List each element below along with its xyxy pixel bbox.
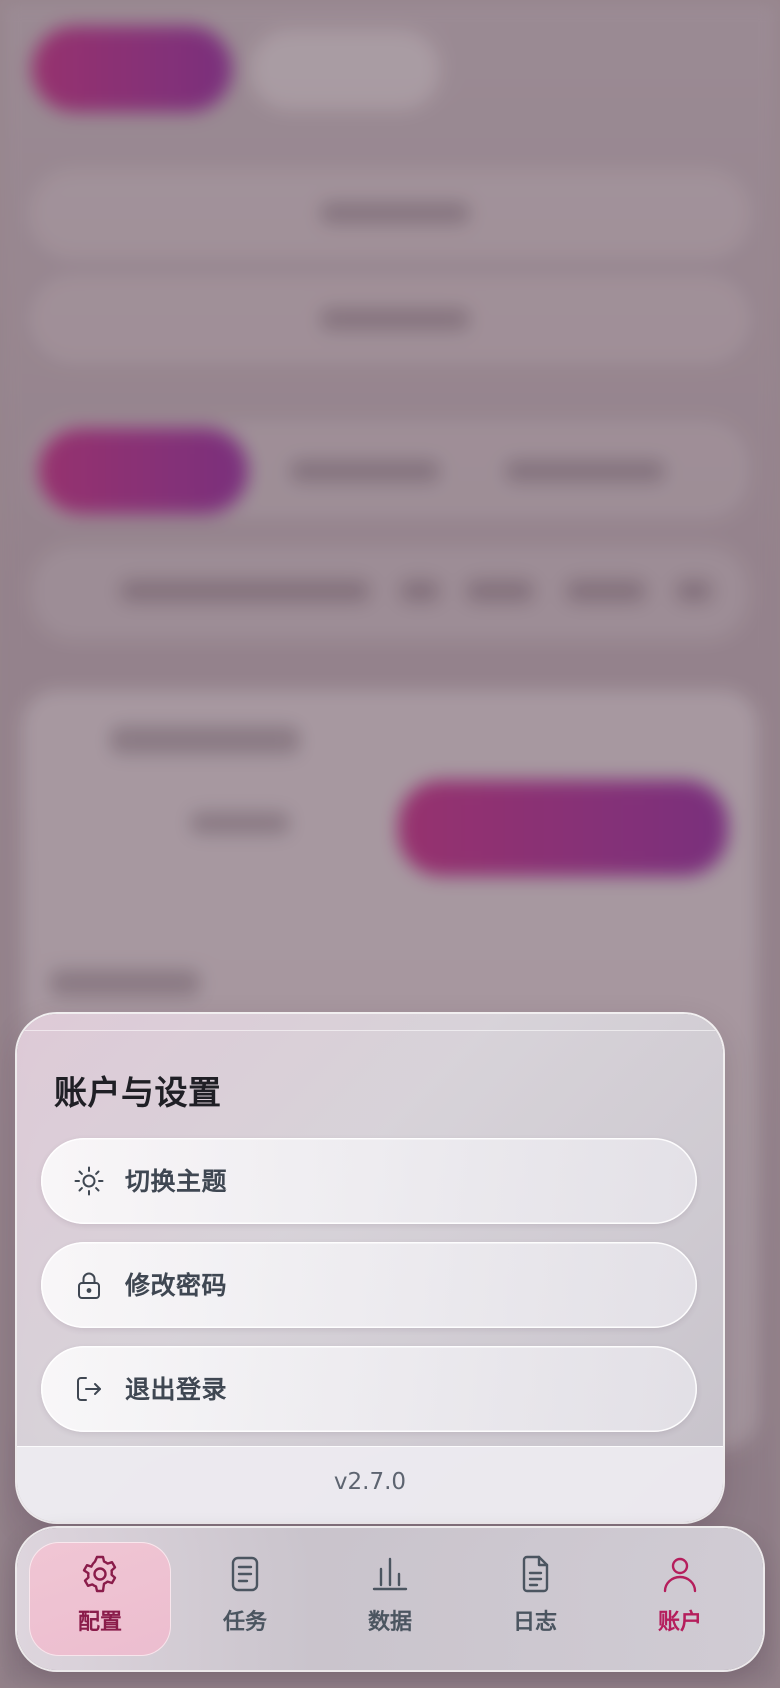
bottom-tab-bar: 配置 任务 数据 日志 账户 [17,1528,763,1670]
tab-tasks-label: 任务 [222,1610,267,1635]
toggle-theme-button[interactable]: 切换主题 [41,1138,697,1224]
clipboard-icon [225,1554,265,1594]
version-label: v2.7.0 [333,1469,407,1495]
logout-button[interactable]: 退出登录 [41,1346,697,1432]
sheet-footer: v2.7.0 [17,1446,723,1522]
tab-config[interactable]: 配置 [29,1542,171,1656]
change-password-button[interactable]: 修改密码 [41,1242,697,1328]
user-icon [660,1554,700,1594]
sheet-title: 账户与设置 [54,1073,222,1112]
logout-icon [73,1373,105,1405]
toggle-theme-label: 切换主题 [125,1167,228,1196]
change-password-label: 修改密码 [125,1271,228,1300]
account-settings-sheet: 账户与设置 切换主题 修改密码 退出登录 v2.7.0 [17,1014,723,1522]
gear-icon [80,1554,120,1594]
logout-label: 退出登录 [125,1375,228,1404]
lock-icon [73,1269,105,1301]
tab-config-label: 配置 [77,1610,122,1635]
sun-icon [73,1165,105,1197]
tab-logs[interactable]: 日志 [464,1542,606,1656]
document-icon [515,1554,555,1594]
tab-account[interactable]: 账户 [609,1542,751,1656]
tab-account-label: 账户 [657,1610,702,1635]
tab-tasks[interactable]: 任务 [174,1542,316,1656]
tab-data[interactable]: 数据 [319,1542,461,1656]
tab-data-label: 数据 [367,1610,412,1635]
tab-logs-label: 日志 [512,1610,557,1635]
bar-chart-icon [370,1554,410,1594]
